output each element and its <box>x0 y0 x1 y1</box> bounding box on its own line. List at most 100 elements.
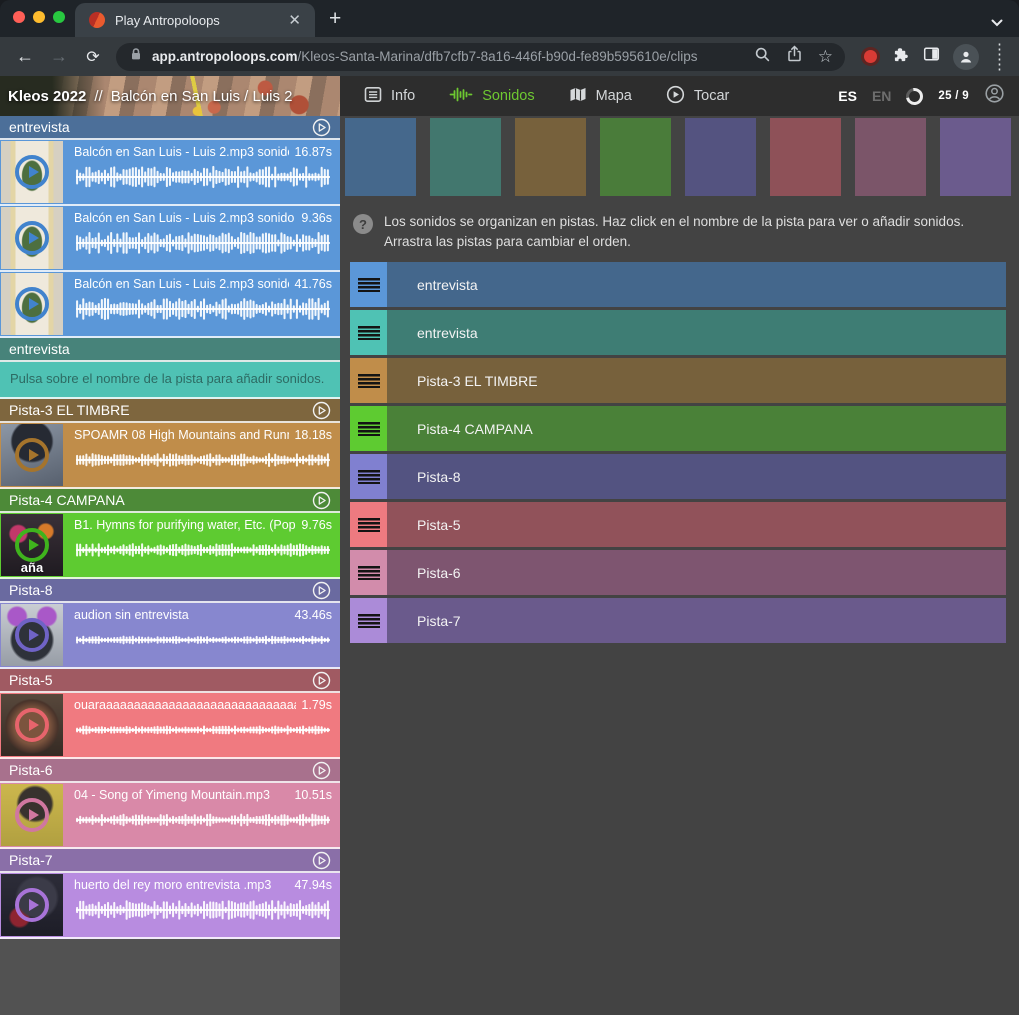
zoom-page-icon[interactable] <box>754 46 771 68</box>
lang-es-button[interactable]: ES <box>838 88 857 104</box>
track-section-header[interactable]: Pista-4 CAMPANA <box>0 489 340 513</box>
track-drag-handle[interactable] <box>350 310 387 355</box>
track-color-swatch[interactable] <box>345 118 416 196</box>
track-row-body[interactable]: entrevista <box>387 262 1006 307</box>
track-section-header[interactable]: Pista-8 <box>0 579 340 603</box>
clip-thumbnail[interactable] <box>1 604 63 666</box>
track-play-button[interactable] <box>312 671 331 690</box>
clip-thumbnail[interactable] <box>1 784 63 846</box>
track-color-swatch[interactable] <box>685 118 756 196</box>
side-panel-icon[interactable] <box>923 46 940 67</box>
lang-en-button[interactable]: EN <box>872 88 891 104</box>
track-row-body[interactable]: Pista-5 <box>387 502 1006 547</box>
track-drag-handle[interactable] <box>350 550 387 595</box>
account-icon[interactable] <box>984 83 1005 109</box>
new-tab-button[interactable]: + <box>329 7 341 31</box>
zoom-window-button[interactable] <box>53 11 65 23</box>
clip-item[interactable]: 04 - Song of Yimeng Mountain.mp3 10.51s <box>0 783 340 849</box>
reload-button[interactable]: ⟳ <box>76 47 110 67</box>
extensions-puzzle-icon[interactable] <box>893 46 910 68</box>
track-play-button[interactable] <box>312 761 331 780</box>
track-row[interactable]: Pista-4 CAMPANA <box>350 406 1006 451</box>
track-play-button[interactable] <box>312 851 331 870</box>
track-play-button[interactable] <box>312 581 331 600</box>
breadcrumb-project[interactable]: Kleos 2022 <box>8 88 86 105</box>
clip-item[interactable]: SPOAMR 08 High Mountains and Running ...… <box>0 423 340 489</box>
track-section-header[interactable]: entrevista <box>0 338 340 362</box>
clip-play-icon[interactable] <box>15 221 49 255</box>
track-row[interactable]: Pista-6 <box>350 550 1006 595</box>
track-section-header[interactable]: Pista-5 <box>0 669 340 693</box>
track-section-header[interactable]: Pista-6 <box>0 759 340 783</box>
track-color-swatch[interactable] <box>600 118 671 196</box>
track-row[interactable]: Pista-7 <box>350 598 1006 643</box>
track-row[interactable]: Pista-3 EL TIMBRE <box>350 358 1006 403</box>
nav-tocar[interactable]: Tocar <box>666 85 729 108</box>
clip-thumbnail[interactable] <box>1 207 63 269</box>
clip-item[interactable]: Balcón en San Luis - Luis 2.mp3 sonido h… <box>0 206 340 272</box>
clip-play-icon[interactable] <box>15 528 49 562</box>
track-color-swatch[interactable] <box>855 118 926 196</box>
track-section-header[interactable]: Pista-7 <box>0 849 340 873</box>
clip-item[interactable]: ouaraaaaaaaaaaaaaaaaaaaaaaaaaaaaaaaaaaa.… <box>0 693 340 759</box>
track-section-header[interactable]: Pista-3 EL TIMBRE <box>0 399 340 423</box>
track-drag-handle[interactable] <box>350 502 387 547</box>
track-row[interactable]: entrevista <box>350 310 1006 355</box>
clip-thumbnail[interactable] <box>1 874 63 936</box>
clip-play-icon[interactable] <box>15 287 49 321</box>
clip-thumbnail[interactable]: aña <box>1 514 63 576</box>
nav-info[interactable]: Info <box>364 86 415 107</box>
url-bar[interactable]: app.antropoloops.com/Kleos-Santa-Marina/… <box>116 43 845 71</box>
track-play-button[interactable] <box>312 401 331 420</box>
track-row-body[interactable]: Pista-7 <box>387 598 1006 643</box>
clip-item[interactable]: Balcón en San Luis - Luis 2.mp3 sonido h… <box>0 140 340 206</box>
clip-item[interactable]: Balcón en San Luis - Luis 2.mp3 sonido h… <box>0 272 340 338</box>
track-row[interactable]: entrevista <box>350 262 1006 307</box>
clip-play-icon[interactable] <box>15 888 49 922</box>
track-row-body[interactable]: entrevista <box>387 310 1006 355</box>
track-color-swatch[interactable] <box>515 118 586 196</box>
profile-avatar[interactable] <box>953 44 979 70</box>
back-button[interactable]: ← <box>8 46 42 67</box>
clip-item[interactable]: aña B1. Hymns for purifying water, Etc. … <box>0 513 340 579</box>
browser-menu-icon[interactable]: ⋮⋮ <box>992 42 1007 72</box>
track-play-button[interactable] <box>312 491 331 510</box>
track-row-body[interactable]: Pista-8 <box>387 454 1006 499</box>
breadcrumb[interactable]: Kleos 2022 // Balcón en San Luis / Luis … <box>0 76 340 116</box>
clip-thumbnail[interactable] <box>1 424 63 486</box>
track-row[interactable]: Pista-5 <box>350 502 1006 547</box>
clip-play-icon[interactable] <box>15 438 49 472</box>
track-section-header[interactable]: entrevista <box>0 116 340 140</box>
bookmark-star-icon[interactable]: ☆ <box>818 48 833 65</box>
track-drag-handle[interactable] <box>350 598 387 643</box>
track-row-body[interactable]: Pista-6 <box>387 550 1006 595</box>
track-drag-handle[interactable] <box>350 454 387 499</box>
clip-play-icon[interactable] <box>15 798 49 832</box>
clip-thumbnail[interactable] <box>1 141 63 203</box>
forward-button[interactable]: → <box>42 46 76 67</box>
tab-close-icon[interactable]: ✕ <box>284 11 305 29</box>
clip-item[interactable]: huerto del rey moro entrevista .mp3 47.9… <box>0 873 340 939</box>
clip-thumbnail[interactable] <box>1 694 63 756</box>
clip-play-icon[interactable] <box>15 708 49 742</box>
record-extension-icon[interactable] <box>864 50 877 63</box>
close-window-button[interactable] <box>13 11 25 23</box>
clip-play-icon[interactable] <box>15 618 49 652</box>
minimize-window-button[interactable] <box>33 11 45 23</box>
lock-icon[interactable] <box>128 46 144 67</box>
track-row-body[interactable]: Pista-4 CAMPANA <box>387 406 1006 451</box>
track-drag-handle[interactable] <box>350 262 387 307</box>
track-color-swatch[interactable] <box>770 118 841 196</box>
track-color-swatch[interactable] <box>940 118 1011 196</box>
track-play-button[interactable] <box>312 118 331 137</box>
nav-mapa[interactable]: Mapa <box>569 86 632 107</box>
track-row-body[interactable]: Pista-3 EL TIMBRE <box>387 358 1006 403</box>
track-drag-handle[interactable] <box>350 406 387 451</box>
tab-search-chevron-icon[interactable] <box>991 14 1003 32</box>
track-color-swatch[interactable] <box>430 118 501 196</box>
clip-item[interactable]: audion sin entrevista 43.46s <box>0 603 340 669</box>
share-icon[interactable] <box>786 45 803 68</box>
track-drag-handle[interactable] <box>350 358 387 403</box>
nav-sonidos[interactable]: Sonidos <box>449 86 534 107</box>
track-row[interactable]: Pista-8 <box>350 454 1006 499</box>
